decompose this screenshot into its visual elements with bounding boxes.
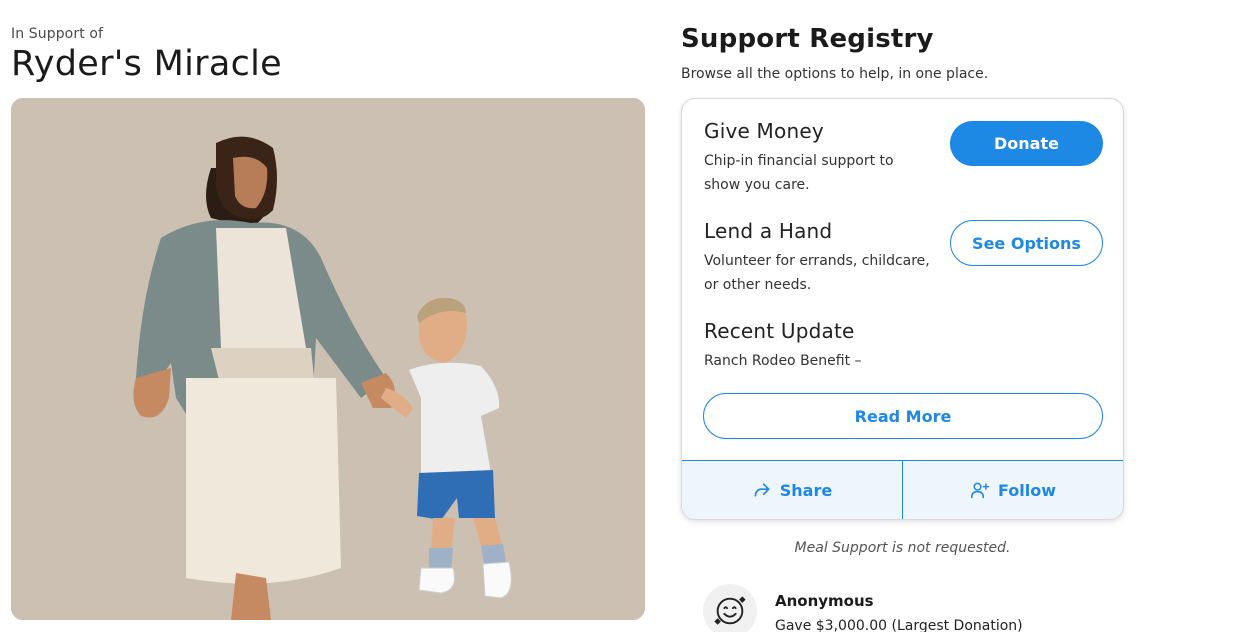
- give-money-title: Give Money: [704, 119, 824, 143]
- registry-card: Give Money Chip-in financial support to …: [681, 98, 1124, 520]
- donor-gift: Gave $3,000.00 (Largest Donation): [775, 618, 1023, 632]
- campaign-photo: [11, 98, 645, 620]
- card-footer: Share Follow: [682, 460, 1123, 519]
- share-arrow-icon: [754, 483, 770, 497]
- follow-label: Follow: [997, 480, 1056, 500]
- see-options-button[interactable]: See Options: [950, 220, 1103, 266]
- support-of-label: In Support of: [11, 26, 104, 42]
- give-money-description: Chip-in financial support to show you ca…: [704, 153, 894, 193]
- recent-update-section: Recent Update Ranch Rodeo Benefit –: [704, 319, 1004, 373]
- donor-name: Anonymous: [775, 592, 874, 610]
- donor-info: Anonymous Gave $3,000.00 (Largest Donati…: [775, 592, 1023, 632]
- donor-item: Anonymous Gave $3,000.00 (Largest Donati…: [703, 584, 1023, 632]
- donate-button[interactable]: Donate: [950, 121, 1103, 166]
- add-person-icon: [970, 482, 990, 499]
- recent-update-description: Ranch Rodeo Benefit –: [704, 353, 862, 369]
- recent-update-title: Recent Update: [704, 319, 855, 343]
- lend-hand-description: Volunteer for errands, childcare, or oth…: [704, 253, 930, 293]
- give-money-section: Give Money Chip-in financial support to …: [704, 119, 934, 197]
- follow-button[interactable]: Follow: [902, 461, 1123, 519]
- registry-title: Support Registry: [681, 24, 934, 54]
- share-label: Share: [779, 480, 833, 500]
- campaign-header: In Support of Ryder's Miracle: [11, 26, 645, 620]
- illustration-image: [11, 98, 645, 620]
- lend-hand-section: Lend a Hand Volunteer for errands, child…: [704, 219, 934, 297]
- smiling-face-hearts-icon: [714, 596, 746, 625]
- registry-subtitle: Browse all the options to help, in one p…: [681, 66, 989, 82]
- donor-avatar: [703, 584, 757, 632]
- campaign-title: Ryder's Miracle: [11, 44, 282, 84]
- meal-support-note: Meal Support is not requested.: [794, 540, 1011, 556]
- lend-hand-title: Lend a Hand: [704, 219, 833, 243]
- read-more-button[interactable]: Read More: [703, 393, 1103, 439]
- share-button[interactable]: Share: [682, 461, 902, 519]
- support-registry: Support Registry Browse all the options …: [681, 22, 1124, 632]
